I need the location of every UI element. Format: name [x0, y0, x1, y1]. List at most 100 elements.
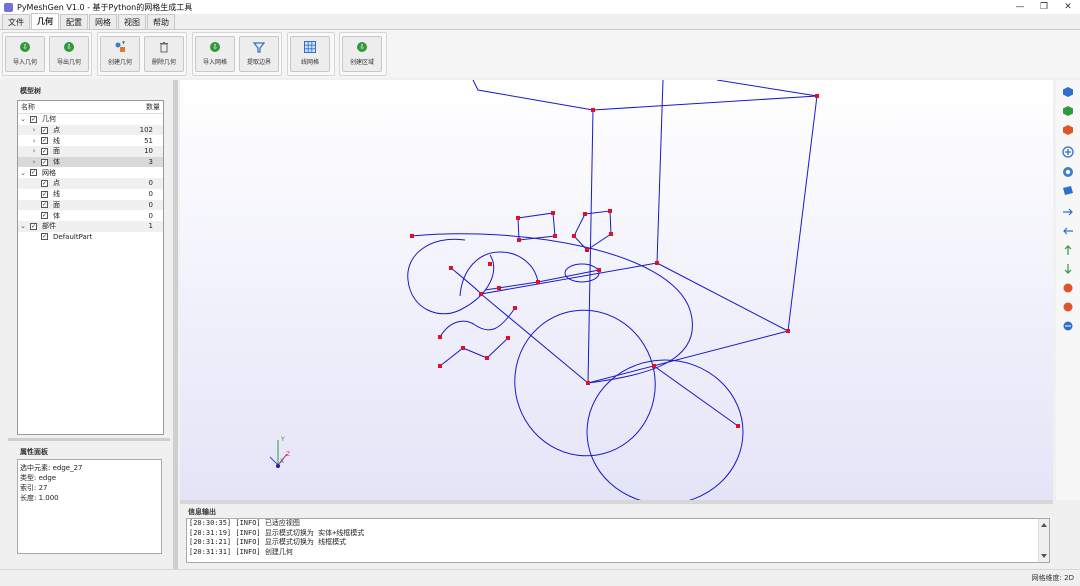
- vertex-point: [786, 329, 790, 333]
- vertex-point: [585, 248, 589, 252]
- vertex-point: [652, 364, 656, 368]
- chevron-right-icon[interactable]: ›: [30, 158, 38, 166]
- minimize-button[interactable]: —: [1008, 0, 1032, 14]
- create-region-button[interactable]: ⇩ 创建区域: [342, 36, 382, 72]
- tab-file[interactable]: 文件: [2, 14, 30, 29]
- checkbox-geom-bodies[interactable]: ✓: [41, 158, 48, 166]
- surface-mode-icon[interactable]: [1062, 184, 1074, 196]
- properties-panel: 选中元素: edge_27 类型: edge 索引: 27 长度: 1.000: [17, 459, 162, 554]
- extract-boundary-button[interactable]: 提取边界: [239, 36, 279, 72]
- close-button[interactable]: ✕: [1056, 0, 1080, 14]
- tab-view[interactable]: 视图: [118, 14, 146, 29]
- chevron-right-icon[interactable]: ›: [30, 137, 38, 145]
- app-icon: [4, 2, 13, 12]
- tab-geometry[interactable]: 几何: [31, 13, 59, 29]
- iso-view-icon[interactable]: [1062, 320, 1074, 332]
- wire-edge: [480, 293, 589, 384]
- checkbox-mesh-faces[interactable]: ✓: [41, 201, 48, 209]
- checkbox-mesh[interactable]: ✓: [30, 169, 37, 177]
- group-create-delete: 创建几何 删除几何: [97, 32, 187, 76]
- axis-x-minus-icon[interactable]: [1062, 223, 1074, 235]
- maximize-button[interactable]: ❐: [1032, 0, 1056, 14]
- axis-z-minus-icon[interactable]: [1062, 301, 1074, 313]
- tree-row-geom-lines[interactable]: › ✓ 线 51: [18, 135, 163, 146]
- create-geometry-button[interactable]: 创建几何: [100, 36, 140, 72]
- group-create-region: ⇩ 创建区域: [339, 32, 387, 76]
- axis-x-plus-icon[interactable]: [1062, 204, 1074, 216]
- status-bar: 网格维度: 2D: [0, 569, 1080, 586]
- checkbox-geom-faces[interactable]: ✓: [41, 147, 48, 155]
- tree-row-parts[interactable]: ⌄ ✓ 部件 1: [18, 220, 163, 232]
- export-geometry-button[interactable]: ⇩ 导出几何: [49, 36, 89, 72]
- chevron-down-icon[interactable]: ⌄: [19, 169, 27, 177]
- wireframe-view: Y Z X: [269, 80, 819, 500]
- zoom-fit-icon[interactable]: [1062, 146, 1074, 158]
- log-scrollbar[interactable]: [1038, 519, 1049, 562]
- model-tree: 名称 数量 ⌄ ✓ 几何 › ✓ 点 102 › ✓ 线 51 › ✓ 面 10…: [17, 100, 164, 435]
- tree-row-mesh-points[interactable]: ✓ 点 0: [18, 178, 163, 189]
- trash-icon: [158, 41, 170, 53]
- checkbox-geom-lines[interactable]: ✓: [41, 137, 48, 145]
- log-line: [20:31:31] [INFO] 创建几何: [189, 547, 293, 556]
- wire-arc: [450, 267, 482, 295]
- tree-row-geometry[interactable]: ⌄ ✓ 几何: [18, 114, 163, 125]
- axis-y-minus-icon[interactable]: [1062, 263, 1074, 275]
- axis-y-plus-icon[interactable]: [1062, 244, 1074, 256]
- checkbox-mesh-lines[interactable]: ✓: [41, 190, 48, 198]
- checkbox-parts[interactable]: ✓: [30, 222, 37, 230]
- checkbox-geometry[interactable]: ✓: [30, 115, 37, 123]
- view-cube-orange-icon[interactable]: [1062, 124, 1074, 136]
- chevron-right-icon[interactable]: ›: [30, 147, 38, 155]
- tree-row-default-part[interactable]: ✓ DefaultPart: [18, 232, 163, 243]
- chevron-down-icon[interactable]: ⌄: [19, 115, 27, 123]
- line-mesh-button[interactable]: 线网格: [290, 36, 330, 72]
- grid-icon: [304, 41, 316, 53]
- properties-title: 属性面板: [20, 448, 48, 456]
- chevron-down-icon[interactable]: ⌄: [19, 222, 27, 230]
- tree-row-mesh[interactable]: ⌄ ✓ 网格: [18, 167, 163, 178]
- tab-config[interactable]: 配置: [60, 14, 88, 29]
- wire-edge: [653, 365, 739, 427]
- chevron-right-icon[interactable]: ›: [30, 126, 38, 134]
- vertex-point: [517, 238, 521, 242]
- vertex-point: [506, 336, 510, 340]
- wire-circle: [407, 238, 495, 315]
- checkbox-geom-points[interactable]: ✓: [41, 126, 48, 134]
- axis-z-plus-icon[interactable]: [1062, 282, 1074, 294]
- delete-geometry-button[interactable]: 删除几何: [144, 36, 184, 72]
- tree-row-geom-bodies[interactable]: › ✓ 体 3: [18, 156, 163, 168]
- vertex-point: [461, 346, 465, 350]
- log-line: [20:30:35] [INFO] 已适应视图: [189, 519, 300, 527]
- vertex-point: [815, 94, 819, 98]
- main-splitter[interactable]: [173, 80, 178, 570]
- tree-row-geom-faces[interactable]: › ✓ 面 10: [18, 146, 163, 157]
- checkbox-mesh-bodies[interactable]: ✓: [41, 212, 48, 220]
- prop-index: 索引: 27: [20, 484, 48, 492]
- 3d-viewport[interactable]: Y Z X: [180, 80, 1053, 500]
- tree-row-mesh-faces[interactable]: ✓ 面 0: [18, 199, 163, 211]
- checkbox-mesh-points[interactable]: ✓: [41, 179, 48, 187]
- view-cube-blue-icon[interactable]: [1062, 86, 1074, 98]
- vertex-point: [551, 211, 555, 215]
- left-panel-splitter[interactable]: [8, 438, 170, 441]
- tree-row-mesh-bodies[interactable]: ✓ 体 0: [18, 210, 163, 221]
- download-icon: ⇩: [64, 42, 74, 52]
- viewport-output-splitter[interactable]: [180, 500, 1053, 504]
- view-cube-green-icon[interactable]: [1062, 105, 1074, 117]
- log-line: [20:31:19] [INFO] 显示模式切换为 实体+线框模式: [189, 528, 365, 537]
- tree-row-geom-points[interactable]: › ✓ 点 102: [18, 124, 163, 136]
- tab-mesh[interactable]: 网格: [89, 14, 117, 29]
- vertex-point: [553, 234, 557, 238]
- vertex-point: [410, 234, 414, 238]
- axis-x-label: X: [280, 458, 284, 465]
- tree-row-mesh-lines[interactable]: ✓ 线 0: [18, 189, 163, 200]
- import-mesh-button[interactable]: ⇩ 导入网格: [195, 36, 235, 72]
- vertex-point: [572, 234, 576, 238]
- vertex-point: [583, 212, 587, 216]
- rotate-view-icon[interactable]: [1062, 166, 1074, 178]
- checkbox-default-part[interactable]: ✓: [41, 233, 48, 241]
- wire-circle: [586, 359, 744, 500]
- tab-help[interactable]: 帮助: [147, 14, 175, 29]
- import-geometry-button[interactable]: ⇩ 导入几何: [5, 36, 45, 72]
- wire-edge: [656, 262, 789, 332]
